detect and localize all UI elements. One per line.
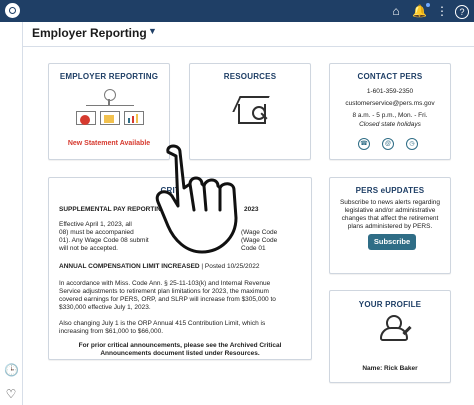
magnifier-icon (80, 115, 90, 125)
eupdates-text: plans administered by PERS. (347, 223, 433, 230)
hub-line (86, 105, 134, 106)
clock-icon[interactable]: ◷ (406, 138, 418, 150)
tile-your-profile[interactable]: YOUR PROFILE Name: Rick Baker (329, 290, 451, 383)
email-icon[interactable]: @ (382, 138, 394, 150)
tile-pers-eupdates[interactable]: PERS eUPDATES Subscribe to news alerts r… (329, 177, 451, 274)
help-icon[interactable]: ? (455, 5, 469, 19)
tile-title: CONTACT PERS (357, 72, 423, 81)
announcement-footer: Announcements document listed under Reso… (100, 350, 260, 357)
tile-title: RESOURCES (223, 72, 277, 81)
announcement-line: covered earnings for PERS, ORP, and SLRP… (59, 296, 276, 303)
tile-title: PERS eUPDATES (355, 186, 425, 195)
announcement-footer: For prior critical announcements, please… (78, 342, 282, 349)
bar-2 (132, 116, 134, 123)
app-frame: ⌂ 🔔 ⋮ ? 🕒 ♡ Employer Reporting ▼ EMPLOYE… (0, 0, 474, 405)
left-sidebar: 🕒 ♡ (0, 22, 23, 405)
announcement-line: 01). Any Wage Code 08 submit (59, 237, 149, 244)
tile-title: YOUR PROFILE (358, 300, 422, 309)
page-header: Employer Reporting ▼ (22, 22, 474, 47)
bar-3 (136, 114, 138, 123)
phone-icon[interactable]: ☎ (358, 138, 370, 150)
history-icon[interactable]: 🕒 (4, 363, 19, 377)
chevron-down-icon[interactable]: ▼ (148, 26, 157, 36)
announcement-line: $330,000 effective July 1, 2023. (59, 304, 151, 311)
section-heading: ANNUAL COMPENSATION LIMIT INCREASED (59, 263, 200, 270)
house-search-icon (232, 94, 270, 128)
posted-date: | Posted 10/25/2022 (199, 263, 260, 270)
menu-icon[interactable]: ⋮ (435, 4, 449, 18)
bar-1 (128, 118, 130, 123)
announcement-line: Service adjustments to retirement plan l… (59, 288, 269, 295)
notification-dot (426, 3, 430, 7)
contact-phone[interactable]: 1-601-359-2350 (330, 88, 450, 96)
pointer-hand-icon (155, 144, 238, 254)
employer-reporting-illustration (74, 89, 146, 135)
profile-name: Name: Rick Baker (362, 365, 418, 372)
hub-node-icon (104, 89, 116, 101)
announcement-line: will not be accepted. (59, 245, 118, 252)
subscribe-button[interactable]: Subscribe (368, 234, 416, 250)
tile-title: EMPLOYER REPORTING (59, 72, 159, 81)
announcement-line: Effective April 1, 2023, all (59, 221, 132, 228)
announcement-line: 08) must be accompanied (59, 229, 134, 236)
bell-icon[interactable]: 🔔 (412, 4, 427, 18)
home-icon[interactable]: ⌂ (389, 4, 403, 18)
eupdates-text: changes that affect the retirement (341, 215, 439, 222)
section-heading-2: ANNUAL COMPENSATION LIMIT INCREASED | Po… (59, 263, 259, 271)
contact-hours: 8 a.m. - 5 p.m., Mon. - Fri. (352, 112, 428, 119)
chart-icon (124, 111, 144, 125)
folder-fill (104, 115, 114, 123)
contact-holidays: Closed state holidays (359, 121, 421, 128)
eupdates-text: Subscribe to news alerts regarding (339, 199, 441, 206)
announcement-line: increasing from $61,000 to $66,000. (59, 328, 164, 335)
tile-contact-pers[interactable]: CONTACT PERS 1-601-359-2350 customerserv… (329, 63, 451, 160)
announcement-line: Also changing July 1 is the ORP Annual 4… (59, 320, 266, 327)
eupdates-text: legislative and/or administrative (344, 207, 436, 214)
top-bar: ⌂ 🔔 ⋮ ? (0, 0, 474, 22)
logo-icon[interactable] (5, 3, 20, 18)
page-title[interactable]: Employer Reporting (32, 26, 147, 40)
contact-email[interactable]: customerservice@pers.ms.gov (330, 100, 450, 108)
user-profile-icon (376, 313, 412, 341)
favorite-icon[interactable]: ♡ (4, 387, 18, 401)
announcement-line: In accordance with Miss. Code Ann. § 25-… (59, 280, 271, 287)
